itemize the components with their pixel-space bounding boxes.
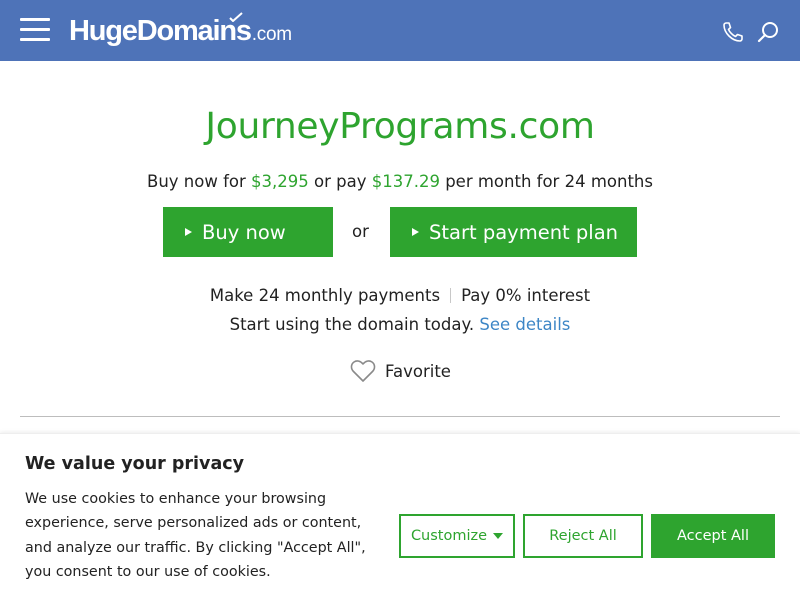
buy-now-button[interactable]: Buy now xyxy=(163,207,333,257)
customize-button[interactable]: Customize xyxy=(399,514,515,558)
today-line: Start using the domain today. See detail… xyxy=(0,315,800,334)
site-header: HugeDomains.com xyxy=(0,0,800,61)
play-icon xyxy=(185,228,192,236)
payments-line: Make 24 monthly payments Pay 0% interest xyxy=(0,286,800,305)
monthly-payments-text: Make 24 monthly payments xyxy=(209,286,441,305)
separator xyxy=(450,288,452,303)
reject-all-button[interactable]: Reject All xyxy=(523,514,643,558)
phone-icon[interactable] xyxy=(721,20,745,44)
price-prefix: Buy now for xyxy=(147,172,252,191)
price-line: Buy now for $3,295 or pay $137.29 per mo… xyxy=(0,172,800,191)
logo[interactable]: HugeDomains.com xyxy=(69,12,292,48)
menu-icon[interactable] xyxy=(20,18,50,42)
favorite-button[interactable]: Favorite xyxy=(350,358,451,384)
logo-main: HugeDomains xyxy=(69,15,252,47)
price-middle: or pay xyxy=(308,172,372,191)
start-payment-plan-button[interactable]: Start payment plan xyxy=(390,207,637,257)
accept-all-button[interactable]: Accept All xyxy=(651,514,775,558)
play-icon xyxy=(412,228,419,236)
or-text: or xyxy=(352,222,369,241)
buy-now-label: Buy now xyxy=(202,220,286,244)
buy-price: $3,295 xyxy=(251,172,309,191)
customize-label: Customize xyxy=(410,528,488,544)
payment-plan-label: Start payment plan xyxy=(429,220,619,244)
today-text: Start using the domain today. xyxy=(229,315,475,334)
price-suffix: per month for 24 months xyxy=(439,172,653,191)
divider xyxy=(20,416,780,417)
logo-tick-icon xyxy=(229,12,243,22)
cookie-banner: We value your privacy We use cookies to … xyxy=(0,433,800,600)
domain-title: JourneyPrograms.com xyxy=(205,106,595,147)
interest-text: Pay 0% interest xyxy=(461,286,591,305)
reject-label: Reject All xyxy=(549,528,617,544)
cookie-title: We value your privacy xyxy=(25,454,245,474)
monthly-price: $137.29 xyxy=(371,172,440,191)
cookie-text: We use cookies to enhance your browsing … xyxy=(25,491,366,580)
caret-down-icon xyxy=(493,533,504,539)
accept-label: Accept All xyxy=(676,528,749,544)
see-details-link[interactable]: See details xyxy=(479,315,570,334)
search-icon[interactable] xyxy=(756,20,780,44)
favorite-label: Favorite xyxy=(385,361,451,381)
logo-suffix: .com xyxy=(251,24,292,45)
heart-icon xyxy=(350,360,376,382)
